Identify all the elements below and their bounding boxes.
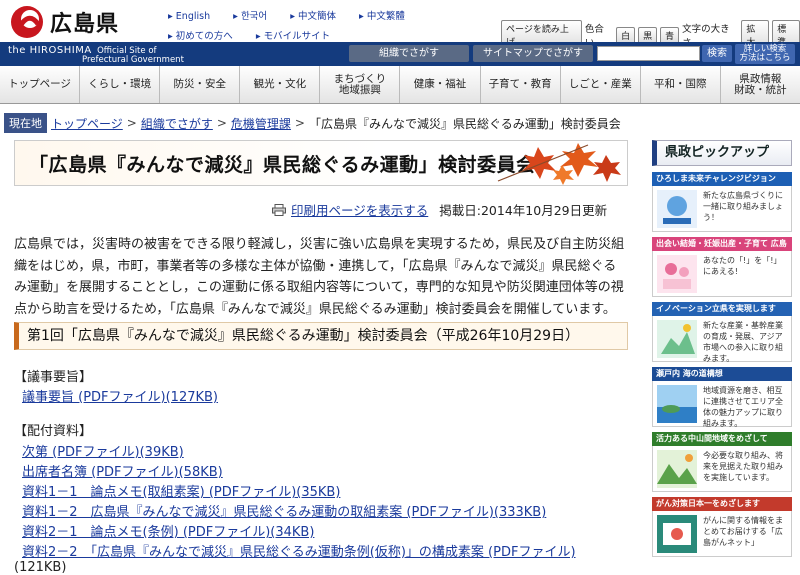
nav-living[interactable]: くらし・環境 xyxy=(80,66,161,103)
lang-english-link[interactable]: ▸ English xyxy=(168,11,220,22)
language-links: ▸ English ▸ 한국어 ▸ 中文簡体 ▸ 中文繁體 ▸ 初めての方へ ▸… xyxy=(168,8,425,42)
banner-mountain-area[interactable]: 活力ある中山間地域をめざして 今必要な取り組み、将来を見据えた取り組みを実施して… xyxy=(652,432,792,492)
site-name[interactable]: 広島県 xyxy=(50,6,119,38)
official-site-label: the HIROSHIMA Official Site of Prefectur… xyxy=(8,45,184,65)
family-thumbnail-icon xyxy=(657,255,697,293)
sea-thumbnail-icon xyxy=(657,385,697,423)
breadcrumb-crisis[interactable]: 危機管理課 xyxy=(231,115,291,132)
sidebar-pickup: 県政ピックアップ xyxy=(652,140,792,166)
site-header: 広島県 ▸ English ▸ 한국어 ▸ 中文簡体 ▸ 中文繁體 ▸ 初めての… xyxy=(0,0,800,50)
color-white-button[interactable]: 白 xyxy=(616,26,636,44)
search-input[interactable] xyxy=(597,46,700,61)
mobile-site-link[interactable]: ▸ モバイルサイト xyxy=(256,31,340,42)
material-link[interactable]: 資料2－1 論点メモ(条例) (PDFファイル)(34KB) xyxy=(22,521,314,540)
cancer-net-thumbnail-icon xyxy=(657,515,697,553)
material-size-note: (121KB) xyxy=(14,560,67,575)
banner-setouchi-sea[interactable]: 瀬戸内 海の道構想 地域資源を磨き、相互に連携させてエリア全体の魅力アップに取り… xyxy=(652,367,792,428)
section-heading: 第1回「広島県『みんなで減災』県民総ぐるみ運動」検討委員会（平成26年10月29… xyxy=(14,322,628,350)
current-location-label: 現在地 xyxy=(4,113,47,133)
intro-paragraph: 広島県では，災害時の被害をできる限り軽減し，災害に強い広島県を実現するため，県民… xyxy=(14,237,625,317)
global-nav: トップページ くらし・環境 防災・安全 観光・文化 まちづくり 地域振興 健康・… xyxy=(0,66,800,104)
nav-govinfo[interactable]: 県政情報 財政・統計 xyxy=(721,66,800,103)
published-date: 掲載日:2014年10月29日更新 xyxy=(439,203,608,218)
breadcrumb-org[interactable]: 組織でさがす xyxy=(141,115,213,132)
page-meta: 印刷用ページを表示する 掲載日:2014年10月29日更新 xyxy=(272,200,607,219)
summary-pdf-link[interactable]: 議事要旨 (PDFファイル)(127KB) xyxy=(22,386,218,405)
nav-top[interactable]: トップページ xyxy=(0,66,81,103)
material-link[interactable]: 資料2－2 「広島県『みんなで減災』県民総ぐるみ運動条例(仮称)」の構成素案 (… xyxy=(22,541,576,560)
summary-heading: 【議事要旨】 xyxy=(14,370,93,385)
color-black-button[interactable]: 黒 xyxy=(638,26,658,44)
prefecture-logo-icon[interactable] xyxy=(8,4,48,40)
mountain-thumbnail-icon xyxy=(657,450,697,488)
breadcrumb-current: 「広島県『みんなで減災』県民総ぐるみ運動」検討委員会 xyxy=(308,116,621,131)
material-link[interactable]: 資料1－1 論点メモ(取組素案) (PDFファイル)(35KB) xyxy=(22,481,340,500)
print-page-link[interactable]: 印刷用ページを表示する xyxy=(291,200,428,219)
banner-future-vision[interactable]: ひろしま未来チャレンジビジョン 新たな広島県づくりに一緒に取り組みましょう！ xyxy=(652,172,792,232)
nav-health[interactable]: 健康・福祉 xyxy=(400,66,481,103)
nav-safety[interactable]: 防災・安全 xyxy=(160,66,241,103)
page-title: 「広島県『みんなで減災』県民総ぐるみ運動」検討委員会 xyxy=(29,153,536,176)
pickup-heading: 県政ピックアップ xyxy=(652,140,792,166)
color-blue-button[interactable]: 青 xyxy=(660,26,680,44)
search-button[interactable]: 検索 xyxy=(702,45,732,62)
lang-zh-simplified-link[interactable]: ▸ 中文簡体 xyxy=(290,11,346,22)
breadcrumb-top[interactable]: トップページ xyxy=(51,115,123,132)
lang-korean-link[interactable]: ▸ 한국어 xyxy=(233,11,277,22)
banner-cancer-control[interactable]: がん対策日本一をめざします がんに関する情報をまとめてお届けする「広島がんネット… xyxy=(652,497,792,557)
search-howto-button[interactable]: 詳しい検索 方法はこちら xyxy=(735,44,795,64)
nav-tourism[interactable]: 観光・文化 xyxy=(240,66,321,103)
org-search-button[interactable]: 組織でさがす xyxy=(349,45,469,62)
nav-community[interactable]: まちづくり 地域振興 xyxy=(320,66,401,103)
vision-thumbnail-icon xyxy=(657,190,697,228)
material-link[interactable]: 次第 (PDFファイル)(39KB) xyxy=(22,441,184,460)
printer-icon xyxy=(272,203,286,216)
first-visit-link[interactable]: ▸ 初めての方へ xyxy=(168,31,243,42)
breadcrumb: 現在地 トップページ > 組織でさがす > 危機管理課 > 「広島県『みんなで減災』県… xyxy=(0,113,800,133)
banner-innovation[interactable]: イノベーション立県を実現します 新たな産業・基幹産業の育成・発展、アジア市場への… xyxy=(652,302,792,363)
banner-marriage-childcare[interactable]: 出会い結婚・妊娠出産・子育て 広島へ あなたの「!」を「!」にあえる! xyxy=(652,237,792,297)
innovation-thumbnail-icon xyxy=(657,320,697,358)
nav-education[interactable]: 子育て・教育 xyxy=(481,66,561,103)
material-link[interactable]: 資料1－2 広島県『みんなで減災』県民総ぐるみ運動の取組素案 (PDFファイル)… xyxy=(22,501,546,520)
nav-industry[interactable]: しごと・産業 xyxy=(561,66,641,103)
lang-zh-traditional-link[interactable]: ▸ 中文繁體 xyxy=(359,11,415,22)
nav-peace[interactable]: 平和・国際 xyxy=(641,66,721,103)
sitemap-search-button[interactable]: サイトマップでさがす xyxy=(473,45,593,62)
maple-leaves-decoration xyxy=(497,143,621,185)
material-link[interactable]: 出席者名簿 (PDFファイル)(58KB) xyxy=(22,461,223,480)
materials-heading: 【配付資料】 xyxy=(14,424,93,439)
